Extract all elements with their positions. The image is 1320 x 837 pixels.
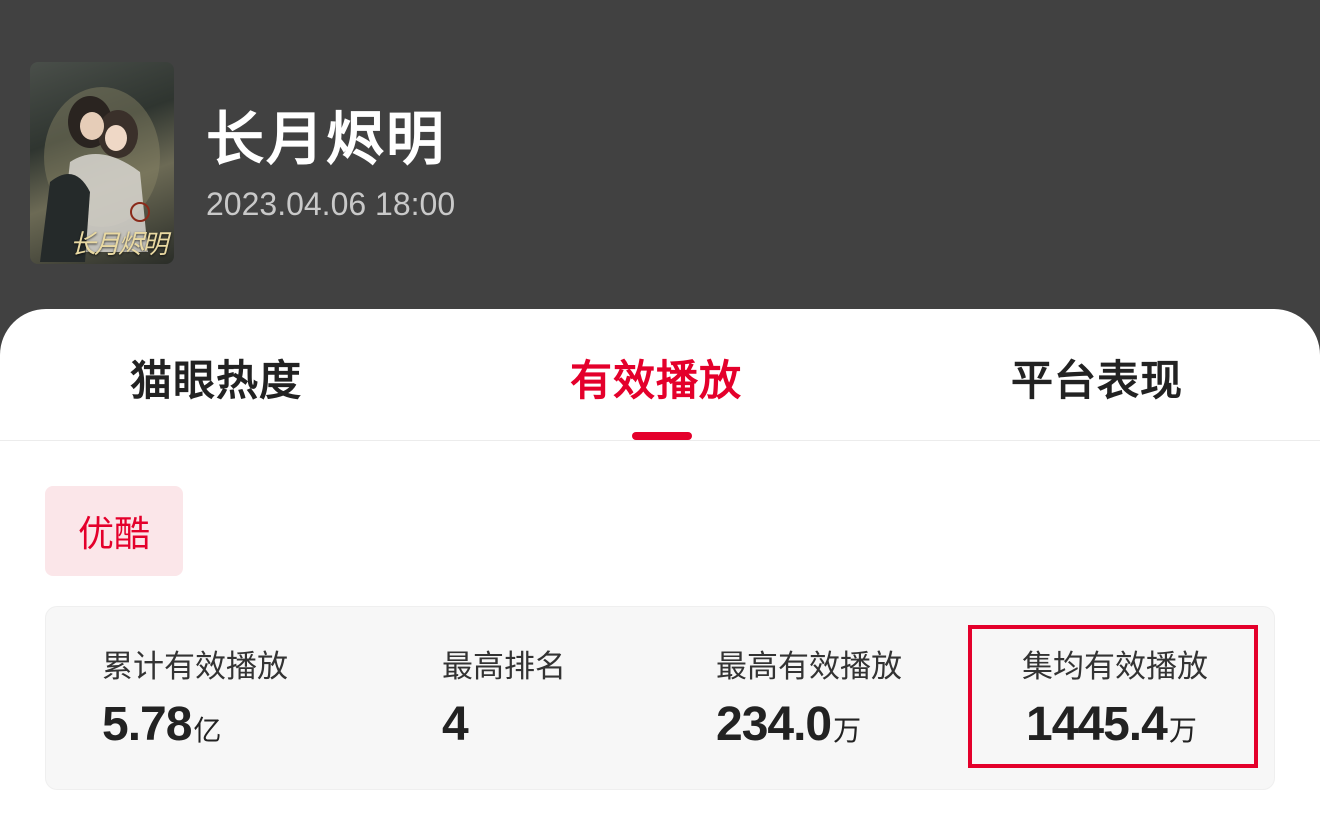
stats-panel: 累计有效播放 5.78亿 最高排名 4 最高有效播放 234.0万 集均有效播放… bbox=[45, 606, 1275, 790]
stat-number: 5.78 bbox=[102, 698, 192, 751]
tab-bar: 猫眼热度 有效播放 平台表现 bbox=[0, 309, 1320, 441]
tab-maoyan-heat[interactable]: 猫眼热度 bbox=[130, 347, 302, 408]
drama-title: 长月烬明 bbox=[206, 105, 447, 173]
active-tab-indicator bbox=[632, 432, 692, 440]
stat-unit: 亿 bbox=[193, 714, 222, 747]
stat-label: 累计有效播放 bbox=[102, 649, 288, 685]
tab-platform-performance[interactable]: 平台表现 bbox=[1011, 347, 1183, 408]
poster-caption: 长月烬明 bbox=[70, 230, 168, 260]
platform-chip-youku[interactable]: 优酷 bbox=[45, 486, 183, 576]
drama-poster[interactable]: 长月烬明 bbox=[30, 62, 174, 264]
release-time: 2023.04.06 18:00 bbox=[206, 186, 456, 222]
tab-effective-plays[interactable]: 有效播放 bbox=[570, 347, 742, 408]
stat-number: 4 bbox=[442, 698, 469, 751]
stat-label: 最高有效播放 bbox=[716, 649, 902, 685]
stat-value: 234.0万 bbox=[716, 697, 861, 752]
drama-header: 长月烬明 长月烬明 2023.04.06 18:00 bbox=[0, 0, 1320, 330]
content-card: 猫眼热度 有效播放 平台表现 优酷 累计有效播放 5.78亿 最高排名 4 最高… bbox=[0, 309, 1320, 837]
stat-number: 234.0 bbox=[716, 698, 832, 751]
stat-value: 4 bbox=[442, 697, 470, 752]
stat-label: 最高排名 bbox=[442, 649, 566, 685]
highlight-box bbox=[968, 625, 1258, 768]
stat-unit: 万 bbox=[833, 714, 862, 747]
stat-value: 5.78亿 bbox=[102, 697, 221, 752]
